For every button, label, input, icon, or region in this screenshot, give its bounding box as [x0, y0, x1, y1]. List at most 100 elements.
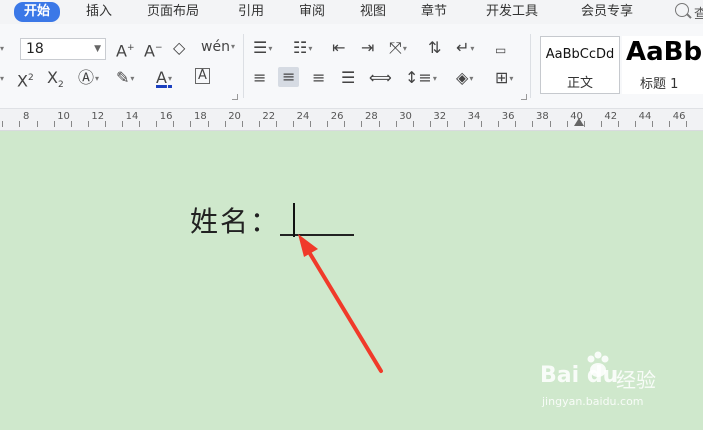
subscript-icon[interactable]: X2	[47, 68, 64, 95]
ruler-tick	[618, 121, 619, 127]
ruler-tick	[652, 121, 653, 127]
borders-icon[interactable]: ⊞▾	[495, 68, 513, 89]
ruler-tick	[464, 121, 465, 127]
font-color-icon[interactable]: A▾	[156, 68, 172, 89]
chevron-down-icon[interactable]: ▾	[0, 69, 4, 89]
ruler-tick	[71, 121, 72, 127]
tab-references[interactable]: 引用	[238, 3, 264, 21]
phonetic-guide-icon[interactable]: wén▾	[201, 37, 235, 57]
highlight-icon[interactable]: ✎▾	[116, 68, 134, 89]
ruler-tick	[54, 121, 55, 127]
tab-review[interactable]: 审阅	[299, 3, 325, 21]
paragraph-dialog-launcher-icon[interactable]	[521, 94, 527, 100]
ruler-number: 10	[57, 111, 70, 122]
tab-page-layout[interactable]: 页面布局	[147, 3, 199, 21]
clear-format-icon[interactable]: ◇	[173, 38, 185, 58]
char-border-icon[interactable]: A	[195, 68, 210, 84]
style-normal-sample: AaBbCcDd	[545, 47, 615, 62]
line-break-icon[interactable]: ↵▾	[456, 38, 474, 59]
tab-insert[interactable]: 插入	[86, 3, 112, 21]
grow-font-icon[interactable]: A+	[116, 38, 135, 61]
ruler-tick	[293, 121, 294, 127]
horizontal-ruler[interactable]: 8 10 12 14 16 18 20 22 24 26 28 30 32 34 36 38 40 42 44 46	[0, 109, 703, 131]
ruler-tick	[481, 121, 482, 127]
text-effect-icon[interactable]: Ⓐ▾	[78, 68, 99, 89]
ruler-number: 38	[536, 111, 549, 122]
ruler-tick	[430, 121, 431, 127]
font-dialog-launcher-icon[interactable]	[232, 94, 238, 100]
ruler-toggle-icon[interactable]: ▭	[495, 40, 506, 60]
ruler-tick	[208, 121, 209, 127]
watermark-url: jingyan.baidu.com	[542, 395, 644, 408]
ruler-tick	[2, 121, 3, 127]
ruler-number: 32	[433, 111, 447, 122]
style-heading-sample: AaBb	[626, 37, 703, 67]
ruler-tick	[37, 121, 38, 127]
document-page[interactable]: 姓名： Bai du 经验 jingyan.baidu.com	[0, 131, 703, 430]
ruler-tick	[515, 121, 516, 127]
ruler-tick	[361, 121, 362, 127]
chinese-layout-icon[interactable]: ⤧▾	[389, 38, 407, 59]
ruler-number: 12	[91, 111, 105, 122]
ruler-tick	[105, 121, 106, 127]
decrease-indent-icon[interactable]: ⇤	[332, 38, 345, 58]
ruler-tick	[259, 121, 260, 127]
ruler-tick	[19, 121, 20, 127]
ruler-tick	[584, 121, 585, 127]
watermark-text: 经验	[616, 368, 656, 392]
ruler-tick	[122, 121, 123, 127]
ruler-number: 14	[125, 111, 139, 122]
ruler-number: 26	[330, 111, 344, 122]
ribbon-toolbar: ▾ 18 ▼ A+ A− ◇ wén▾ ☰▾ ☷▾ ⇤ ⇥ ⤧▾ ⇅ ↵▾ ▭ …	[0, 24, 703, 109]
tab-home[interactable]: 开始	[14, 2, 61, 22]
ruler-tick	[447, 121, 448, 127]
style-normal-name: 正文	[566, 76, 593, 91]
line-spacing-icon[interactable]: ↕≡▾	[405, 68, 437, 89]
ruler-tick	[532, 121, 533, 127]
tab-member[interactable]: 会员专享	[581, 3, 633, 21]
ruler-number: 16	[159, 111, 173, 122]
ruler-tick	[669, 121, 670, 127]
tab-chapter[interactable]: 章节	[421, 3, 447, 21]
distributed-icon[interactable]: ⟺	[369, 68, 392, 88]
ruler-number: 8	[23, 111, 30, 122]
ruler-number: 20	[228, 111, 241, 122]
ruler-tick	[156, 121, 157, 127]
font-size-value: 18	[26, 41, 44, 57]
ruler-tick	[567, 121, 568, 127]
align-left-icon[interactable]: ≡	[253, 68, 266, 88]
tab-developer[interactable]: 开发工具	[486, 3, 538, 21]
shading-icon[interactable]: ◈▾	[456, 68, 473, 89]
shrink-font-icon[interactable]: A−	[144, 38, 163, 61]
ruler-tick	[635, 121, 636, 127]
tab-view[interactable]: 视图	[360, 3, 386, 21]
ruler-number: 42	[604, 111, 618, 122]
numbered-list-icon[interactable]: ☷▾	[293, 38, 312, 59]
sort-icon[interactable]: ⇅	[428, 38, 441, 58]
ruler-tick	[379, 121, 380, 127]
style-normal[interactable]: AaBbCcDd 正文	[540, 36, 620, 94]
font-size-select[interactable]: 18 ▼	[20, 38, 106, 60]
ruler-tick	[190, 121, 191, 127]
ruler-tick	[413, 121, 414, 127]
justify-icon[interactable]: ☰	[341, 68, 355, 88]
ruler-tick	[550, 121, 551, 127]
search-label[interactable]: 查	[694, 3, 703, 22]
search-icon[interactable]	[675, 3, 689, 17]
ruler-tick	[686, 121, 687, 127]
font-name-dropdown-chevron-icon[interactable]: ▾	[0, 39, 4, 59]
ruler-tick	[396, 121, 397, 127]
ruler-number: 24	[296, 111, 310, 122]
increase-indent-icon[interactable]: ⇥	[361, 38, 374, 58]
ruler-tick	[327, 121, 328, 127]
style-heading-1[interactable]: AaBb 标题 1	[622, 36, 703, 94]
ruler-number: 36	[501, 111, 515, 122]
bullet-list-icon[interactable]: ☰▾	[253, 38, 272, 59]
ruler-number: 28	[365, 111, 378, 122]
ruler-tick	[88, 121, 89, 127]
align-center-icon[interactable]: ≡	[278, 67, 300, 87]
ruler-tick	[173, 121, 174, 127]
align-right-icon[interactable]: ≡	[312, 68, 325, 88]
ruler-tick	[310, 121, 311, 127]
superscript-icon[interactable]: X2	[17, 68, 34, 91]
